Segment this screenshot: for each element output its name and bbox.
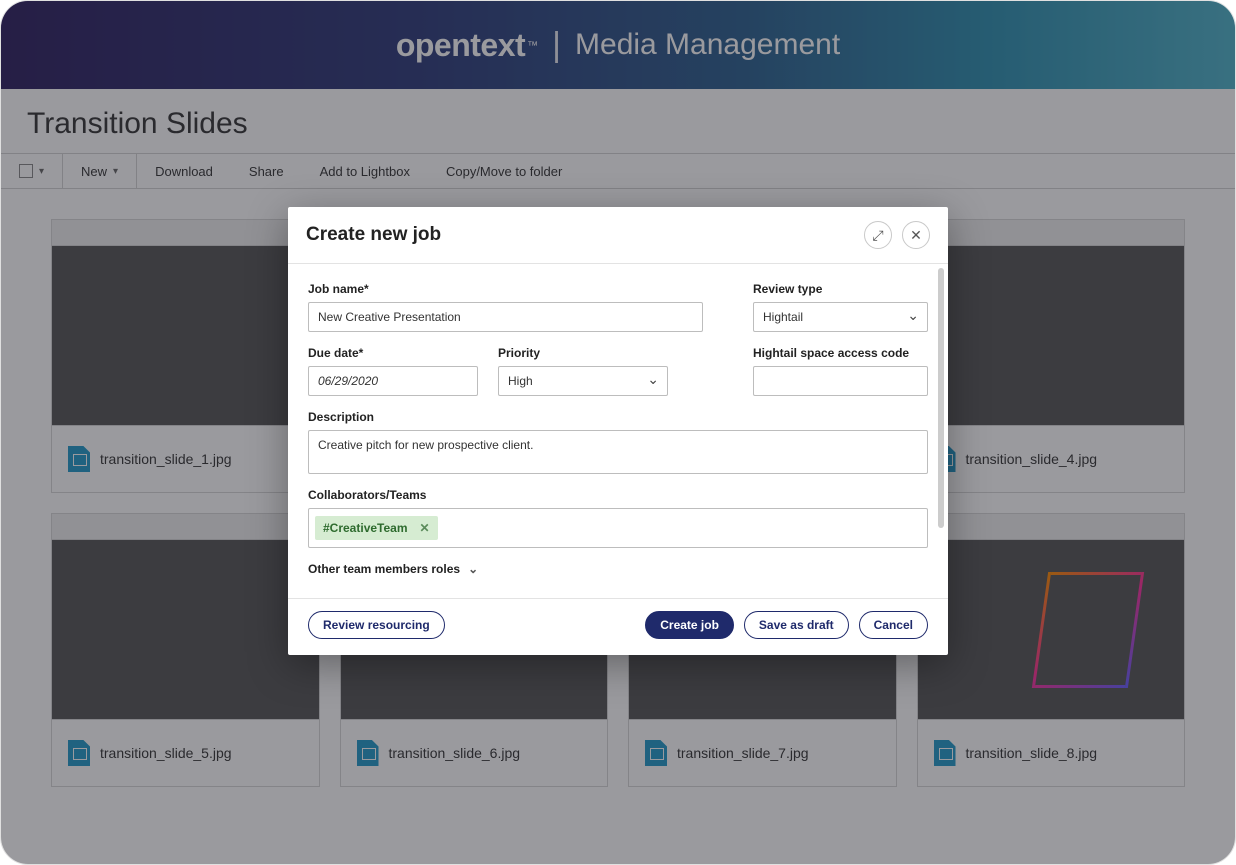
due-date-label: Due date*	[308, 346, 478, 360]
app-frame: opentext™ | Media Management Transition …	[0, 0, 1236, 865]
scrollbar[interactable]	[938, 268, 944, 528]
collaborators-input[interactable]: #CreativeTeam ✕	[308, 508, 928, 548]
collaborator-tag-label: #CreativeTeam	[323, 521, 408, 535]
job-name-input[interactable]	[308, 302, 703, 332]
collaborator-tag: #CreativeTeam ✕	[315, 516, 438, 540]
remove-tag-icon[interactable]: ✕	[420, 521, 430, 535]
priority-select[interactable]: High	[498, 366, 668, 396]
description-textarea[interactable]	[308, 430, 928, 474]
modal-header: Create new job ⤢ ✕	[288, 207, 948, 264]
expand-button[interactable]: ⤢	[864, 221, 892, 249]
close-icon: ✕	[910, 227, 922, 244]
review-type-select[interactable]: Hightail	[753, 302, 928, 332]
access-code-input[interactable]	[753, 366, 928, 396]
chevron-down-icon: ⌄	[468, 562, 478, 576]
other-roles-label: Other team members roles	[308, 562, 460, 576]
cancel-button[interactable]: Cancel	[859, 611, 928, 639]
modal-header-actions: ⤢ ✕	[864, 221, 930, 249]
close-button[interactable]: ✕	[902, 221, 930, 249]
priority-label: Priority	[498, 346, 668, 360]
save-as-draft-button[interactable]: Save as draft	[744, 611, 849, 639]
create-job-button[interactable]: Create job	[645, 611, 734, 639]
other-roles-toggle[interactable]: Other team members roles ⌄	[308, 562, 928, 576]
collaborators-label: Collaborators/Teams	[308, 488, 928, 502]
review-resourcing-button[interactable]: Review resourcing	[308, 611, 445, 639]
modal-body: Job name* Review type Hightail Due date*	[288, 264, 948, 598]
modal-title: Create new job	[306, 224, 441, 246]
modal-footer: Review resourcing Create job Save as dra…	[288, 598, 948, 655]
expand-icon: ⤢	[872, 227, 883, 244]
create-job-modal: Create new job ⤢ ✕ Job name* Review t	[288, 207, 948, 655]
due-date-input[interactable]	[308, 366, 478, 396]
access-code-label: Hightail space access code	[753, 346, 928, 360]
job-name-label: Job name*	[308, 282, 703, 296]
review-type-label: Review type	[753, 282, 928, 296]
description-label: Description	[308, 410, 928, 424]
